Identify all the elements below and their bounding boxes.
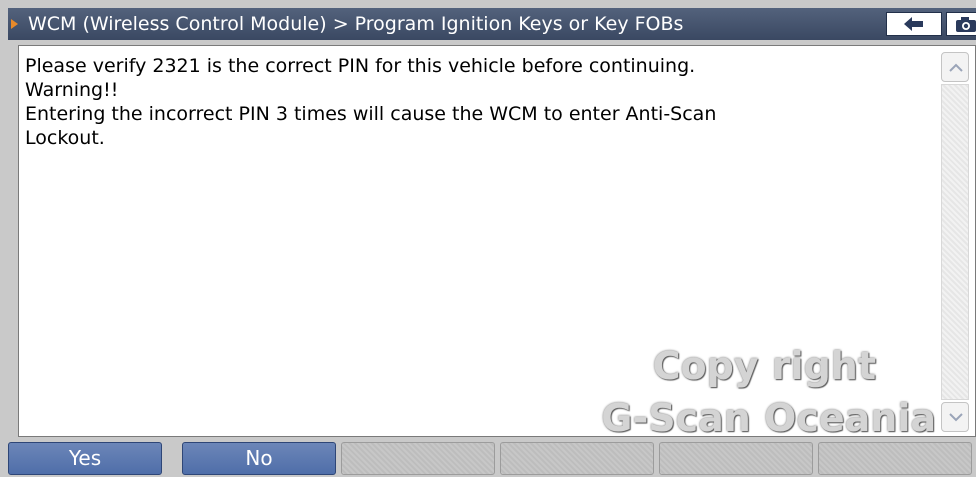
function-button-bar: Yes No — [8, 442, 976, 477]
message-text: Please verify 2321 is the correct PIN fo… — [25, 54, 925, 150]
chevron-down-icon — [949, 413, 963, 422]
page-title: WCM (Wireless Control Module) > Program … — [28, 13, 684, 35]
empty-function-button — [341, 442, 495, 475]
message-line: Please verify 2321 is the correct PIN fo… — [25, 55, 696, 77]
scroll-down-button[interactable] — [941, 402, 969, 432]
arrow-left-icon — [904, 17, 923, 31]
back-button[interactable] — [886, 12, 942, 36]
message-line: Entering the incorrect PIN 3 times will … — [25, 103, 717, 125]
vertical-scrollbar[interactable] — [941, 52, 969, 432]
scroll-up-button[interactable] — [941, 52, 969, 82]
no-button[interactable]: No — [182, 442, 336, 475]
scroll-track[interactable] — [941, 84, 969, 400]
empty-function-button — [500, 442, 654, 475]
message-line: Warning!! — [25, 79, 119, 101]
empty-function-button — [659, 442, 813, 475]
message-line: Lockout. — [25, 127, 105, 149]
empty-function-button — [818, 442, 972, 475]
chevron-up-icon — [949, 63, 963, 72]
title-bar: WCM (Wireless Control Module) > Program … — [8, 8, 976, 40]
message-panel: Please verify 2321 is the correct PIN fo… — [18, 45, 976, 437]
screenshot-button[interactable] — [946, 12, 976, 36]
yes-button[interactable]: Yes — [8, 442, 162, 475]
camera-icon — [956, 17, 976, 32]
title-arrow-icon — [11, 19, 18, 29]
